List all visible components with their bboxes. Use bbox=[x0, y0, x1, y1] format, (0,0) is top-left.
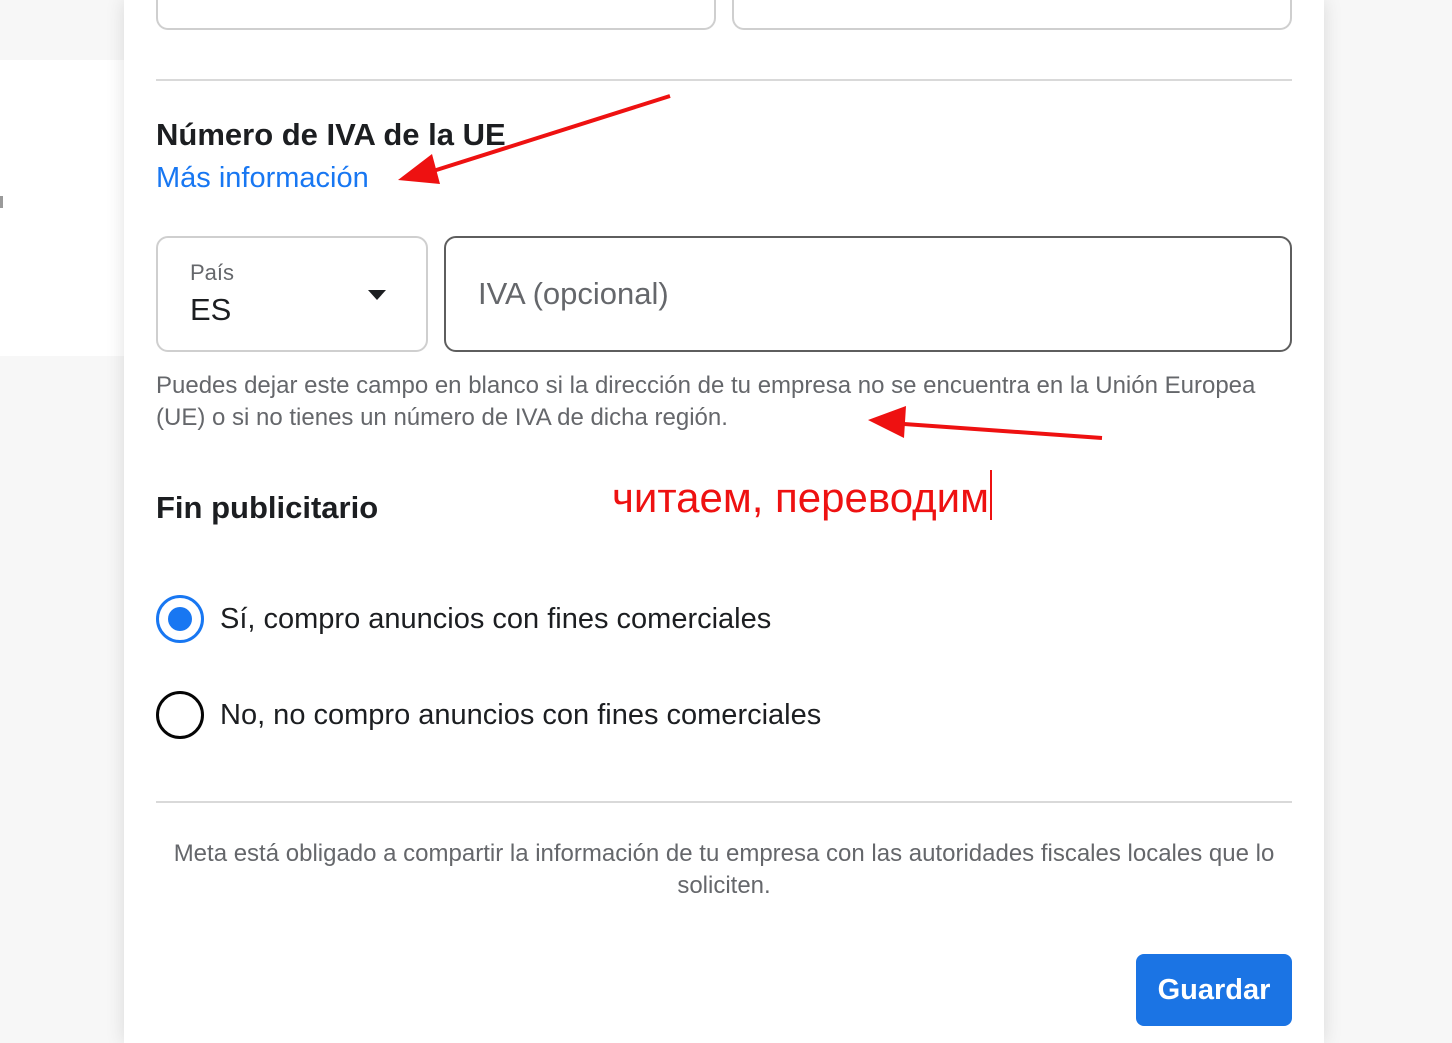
radio-label-yes: Sí, compro anuncios con fines comerciale… bbox=[220, 602, 772, 635]
vat-section-title: Número de IVA de la UE bbox=[156, 117, 506, 152]
ad-purpose-title: Fin publicitario bbox=[156, 490, 379, 525]
vat-helper-text: Puedes dejar este campo en blanco si la … bbox=[156, 372, 1256, 431]
radio-option-commercial-no[interactable]: No, no compro anuncios con fines comerci… bbox=[156, 690, 821, 740]
save-button[interactable]: Guardar bbox=[1136, 954, 1292, 1026]
section-divider bbox=[156, 79, 1292, 81]
footer-note: Meta está obligado a compartir la inform… bbox=[173, 840, 1275, 899]
country-value: ES bbox=[190, 292, 232, 327]
annotation-label: читаем, переводим bbox=[612, 474, 989, 521]
radio-option-commercial-yes[interactable]: Sí, compro anuncios con fines comerciale… bbox=[156, 594, 771, 644]
previous-field-left[interactable] bbox=[156, 0, 716, 30]
radio-label-no: No, no compro anuncios con fines comerci… bbox=[220, 698, 822, 731]
text-cursor bbox=[989, 470, 992, 520]
previous-field-right[interactable] bbox=[732, 0, 1292, 30]
country-select[interactable]: País ES bbox=[156, 236, 428, 352]
radio-unchecked-icon[interactable] bbox=[156, 691, 204, 739]
caret-down-icon bbox=[368, 290, 386, 300]
background-panel bbox=[0, 60, 124, 356]
annotation-text: читаем, переводим bbox=[612, 470, 992, 522]
background-marker bbox=[0, 196, 3, 208]
more-info-link[interactable]: Más información bbox=[156, 162, 369, 195]
vat-number-input[interactable] bbox=[444, 236, 1292, 352]
radio-checked-icon[interactable] bbox=[156, 595, 204, 643]
footer-divider bbox=[156, 801, 1292, 803]
country-label: País bbox=[190, 260, 235, 285]
tax-info-dialog: Número de IVA de la UE Más información P… bbox=[124, 0, 1324, 1043]
